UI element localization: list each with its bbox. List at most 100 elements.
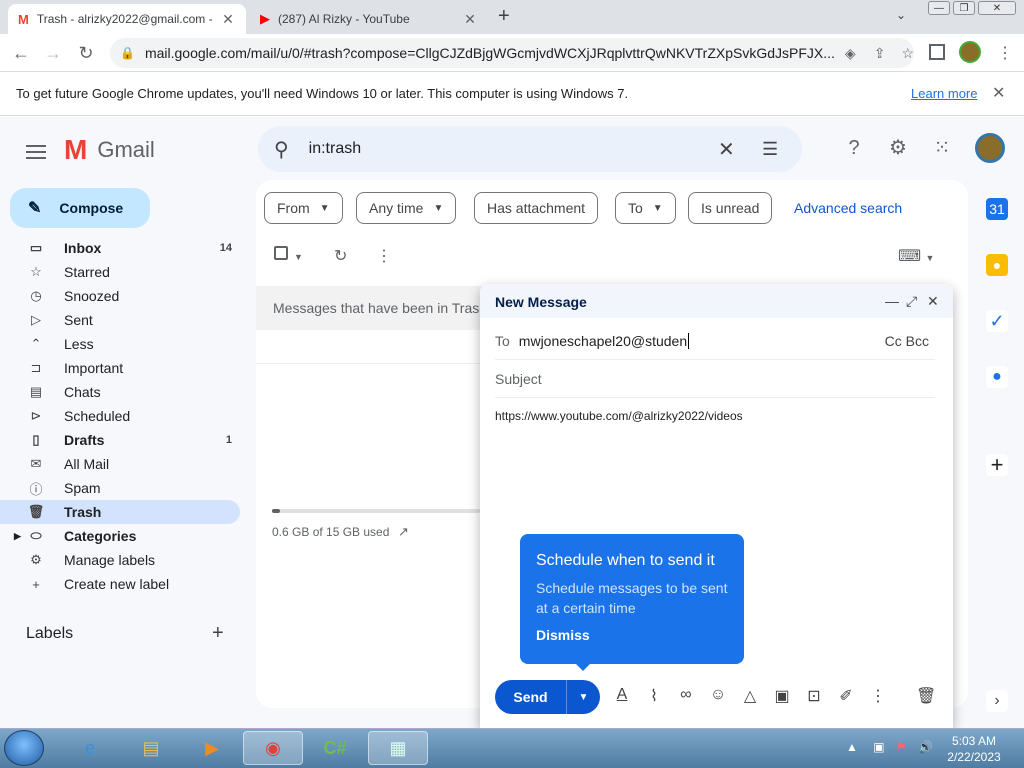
- taskbar-clock[interactable]: 5:03 AM 2/22/2023: [942, 733, 1006, 765]
- to-row[interactable]: To mwjoneschapel20@studen Cc Bcc: [495, 322, 935, 360]
- clear-search-icon[interactable]: ✕: [718, 137, 735, 162]
- advanced-search-link[interactable]: Advanced search: [794, 200, 902, 216]
- sidebar-item-scheduled[interactable]: ⊳ Scheduled: [0, 404, 240, 428]
- tab-gmail-trash[interactable]: M Trash - alrizky2022@gmail.com - ✕: [8, 4, 246, 34]
- dismiss-button[interactable]: Dismiss: [536, 627, 728, 643]
- sidebar-item-create-new-label[interactable]: + Create new label: [0, 572, 240, 596]
- main-menu-icon[interactable]: [26, 141, 46, 163]
- gmail-logo[interactable]: M Gmail: [64, 134, 155, 166]
- remote-desktop-icon[interactable]: ▦: [368, 731, 428, 765]
- more-options-icon[interactable]: ⋮: [376, 246, 392, 266]
- new-tab-button[interactable]: +: [498, 5, 510, 28]
- add-addon-icon[interactable]: +: [986, 454, 1008, 476]
- more-compose-options-icon[interactable]: ⋮: [868, 686, 888, 706]
- sidebar-item-sent[interactable]: ▷ Sent: [0, 308, 240, 332]
- contacts-icon[interactable]: ●: [986, 366, 1008, 388]
- forward-icon[interactable]: →: [42, 42, 64, 64]
- chrome-taskbar-icon[interactable]: ◉: [243, 731, 303, 765]
- signature-pen-icon[interactable]: ✐: [836, 686, 856, 706]
- expand-panel-icon[interactable]: ›: [986, 690, 1008, 712]
- network-icon[interactable]: ▣: [873, 740, 884, 754]
- eye-icon[interactable]: ◈: [845, 45, 856, 62]
- bookmark-star-icon[interactable]: ☆: [901, 45, 914, 62]
- profile-avatar[interactable]: [959, 41, 981, 63]
- settings-gear-icon[interactable]: ⚙: [885, 135, 911, 161]
- discard-draft-icon[interactable]: 🗑: [916, 686, 936, 706]
- sidebar-item-chats[interactable]: ▤ Chats: [0, 380, 240, 404]
- sidebar-item-categories[interactable]: ⬭ Categories ▶: [0, 524, 240, 548]
- filter-chip-any-time[interactable]: Any time ▼: [356, 192, 457, 224]
- confidential-lock-icon[interactable]: ⊡: [804, 686, 824, 706]
- back-icon[interactable]: ←: [10, 42, 32, 64]
- tasks-icon[interactable]: ✓: [986, 310, 1008, 332]
- filter-chip-from[interactable]: From ▼: [264, 192, 343, 224]
- filter-chip-has-attachment[interactable]: Has attachment: [474, 192, 599, 224]
- media-player-icon[interactable]: ▶: [182, 731, 242, 765]
- expand-arrow-icon[interactable]: ▶: [14, 531, 21, 542]
- keyboard-icon[interactable]: ⌨ ▼: [898, 246, 934, 266]
- sidebar-item-spam[interactable]: ⓘ Spam: [0, 476, 240, 500]
- sidebar-item-inbox[interactable]: ▭ Inbox 14: [0, 236, 240, 260]
- calendar-icon[interactable]: 31: [986, 198, 1008, 220]
- insert-photo-icon[interactable]: ▣: [772, 686, 792, 706]
- sidebar-item-starred[interactable]: ☆ Starred: [0, 260, 240, 284]
- emoji-icon[interactable]: ☺: [708, 686, 728, 704]
- message-body[interactable]: https://www.youtube.com/@alrizky2022/vid…: [495, 409, 743, 423]
- close-window-icon[interactable]: ✕: [978, 1, 1016, 15]
- add-label-icon[interactable]: +: [212, 622, 224, 645]
- search-icon[interactable]: ⚲: [274, 137, 289, 162]
- compose-button[interactable]: ✎ Compose: [10, 188, 150, 228]
- search-options-icon[interactable]: ☰: [762, 139, 778, 160]
- help-icon[interactable]: ?: [841, 135, 867, 161]
- minimize-window-icon[interactable]: —: [928, 1, 950, 15]
- apps-grid-icon[interactable]: ⁙: [929, 135, 955, 161]
- attach-file-icon[interactable]: ⌇: [644, 686, 664, 706]
- share-icon[interactable]: ⇪: [874, 45, 886, 62]
- side-panel-icon[interactable]: [929, 44, 945, 60]
- select-all-checkbox[interactable]: ▼: [274, 246, 303, 265]
- open-external-icon[interactable]: ↗: [398, 524, 409, 540]
- cc-bcc-button[interactable]: Cc Bcc: [885, 333, 929, 349]
- search-bar[interactable]: ⚲ in:trash ✕ ☰: [258, 126, 802, 172]
- action-center-icon[interactable]: ⚑: [896, 740, 907, 754]
- show-hidden-icons[interactable]: ▲: [846, 740, 858, 754]
- start-button[interactable]: [4, 730, 44, 766]
- send-button[interactable]: Send ▼: [495, 680, 600, 714]
- chrome-menu-icon[interactable]: ⋮: [997, 43, 1013, 63]
- sidebar-item-snoozed[interactable]: ◷ Snoozed: [0, 284, 240, 308]
- close-tab-icon[interactable]: ✕: [220, 11, 236, 28]
- formatting-icon[interactable]: A: [612, 686, 632, 704]
- to-input[interactable]: mwjoneschapel20@studen: [519, 333, 687, 349]
- sidebar-item-all-mail[interactable]: ✉ All Mail: [0, 452, 240, 476]
- close-tab-icon[interactable]: ✕: [462, 11, 478, 28]
- drive-icon[interactable]: △: [740, 686, 760, 706]
- fullscreen-compose-icon[interactable]: ⤢: [906, 293, 917, 310]
- csharp-app-icon[interactable]: C#: [305, 731, 365, 765]
- filter-chip-is-unread[interactable]: Is unread: [688, 192, 773, 224]
- close-compose-icon[interactable]: ✕: [927, 293, 939, 310]
- maximize-window-icon[interactable]: ❐: [953, 1, 975, 15]
- account-avatar[interactable]: [975, 133, 1005, 163]
- minimize-compose-icon[interactable]: —: [885, 293, 899, 309]
- schedule-send-dropdown-icon[interactable]: ▼: [567, 692, 600, 703]
- sidebar-item-manage-labels[interactable]: ⚙ Manage labels: [0, 548, 240, 572]
- sidebar-item-drafts[interactable]: ▯ Drafts 1: [0, 428, 240, 452]
- subject-input[interactable]: Subject: [495, 360, 935, 398]
- address-bar[interactable]: 🔒 mail.google.com/mail/u/0/#trash?compos…: [110, 38, 914, 68]
- close-infobar-icon[interactable]: ✕: [992, 83, 1005, 103]
- tab-youtube[interactable]: ▶ (287) Al Rizky - YouTube ✕: [250, 4, 488, 34]
- filter-chip-to[interactable]: To ▼: [615, 192, 676, 224]
- system-tray[interactable]: ▲ ▣ ⚑ 🔊: [846, 740, 933, 754]
- refresh-icon[interactable]: ↻: [334, 246, 347, 266]
- volume-icon[interactable]: 🔊: [918, 740, 933, 754]
- insert-link-icon[interactable]: ∞: [676, 686, 696, 704]
- sidebar-item-less[interactable]: ⌃ Less: [0, 332, 240, 356]
- sidebar-item-important[interactable]: ⊐ Important: [0, 356, 240, 380]
- sidebar-item-trash[interactable]: 🗑 Trash: [0, 500, 240, 524]
- internet-explorer-icon[interactable]: e: [60, 731, 120, 765]
- search-input[interactable]: in:trash: [309, 140, 361, 158]
- reload-icon[interactable]: ↻: [75, 42, 97, 64]
- compose-header[interactable]: New Message — ⤢ ✕: [480, 284, 953, 318]
- tab-search-icon[interactable]: ⌄: [896, 8, 906, 22]
- file-explorer-icon[interactable]: ▤: [121, 731, 181, 765]
